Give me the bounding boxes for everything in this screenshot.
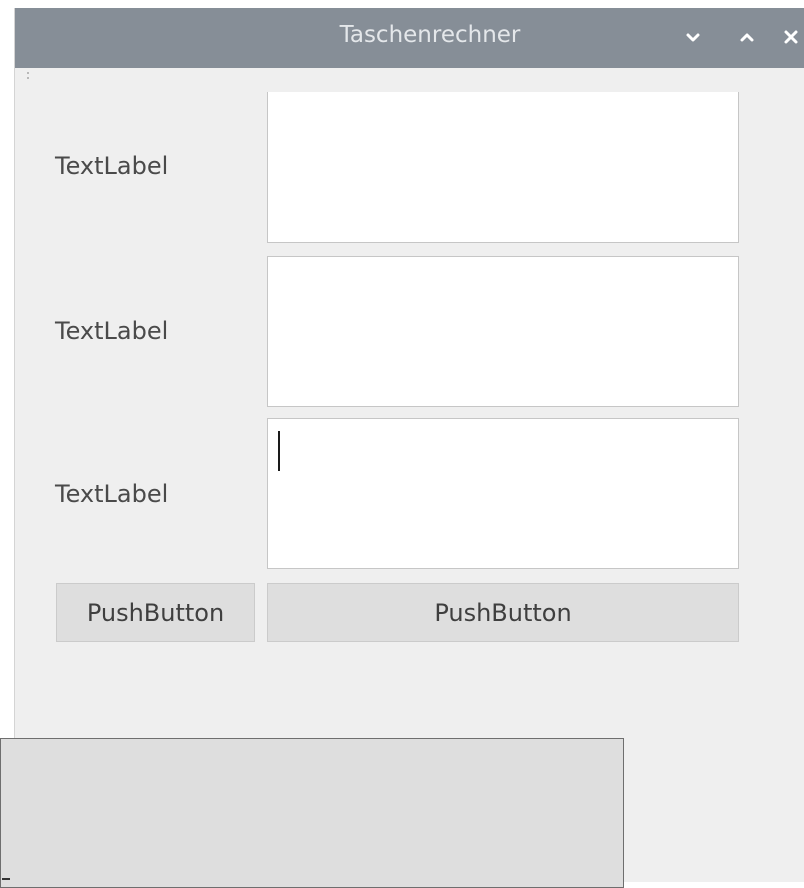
- panel-edge-mark: [2, 878, 10, 880]
- overlapping-window-panel: [0, 738, 624, 888]
- title-bar[interactable]: Taschenrechner: [15, 8, 804, 68]
- text-field-3[interactable]: [267, 418, 739, 569]
- text-label-3: TextLabel: [55, 480, 169, 508]
- text-field-2[interactable]: [267, 256, 739, 407]
- text-label-2: TextLabel: [55, 317, 169, 345]
- chevron-down-icon: [686, 33, 700, 42]
- toolbar-grip: [27, 72, 31, 82]
- text-label-1: TextLabel: [55, 152, 169, 180]
- push-button-left[interactable]: PushButton: [56, 583, 255, 642]
- chevron-up-icon: [740, 33, 754, 42]
- text-field-1[interactable]: [267, 92, 739, 243]
- maximize-button[interactable]: [733, 22, 761, 52]
- close-icon: [784, 30, 798, 44]
- text-cursor: [278, 431, 280, 471]
- minimize-button[interactable]: [679, 22, 707, 52]
- push-button-right[interactable]: PushButton: [267, 583, 739, 642]
- close-button[interactable]: [777, 22, 804, 52]
